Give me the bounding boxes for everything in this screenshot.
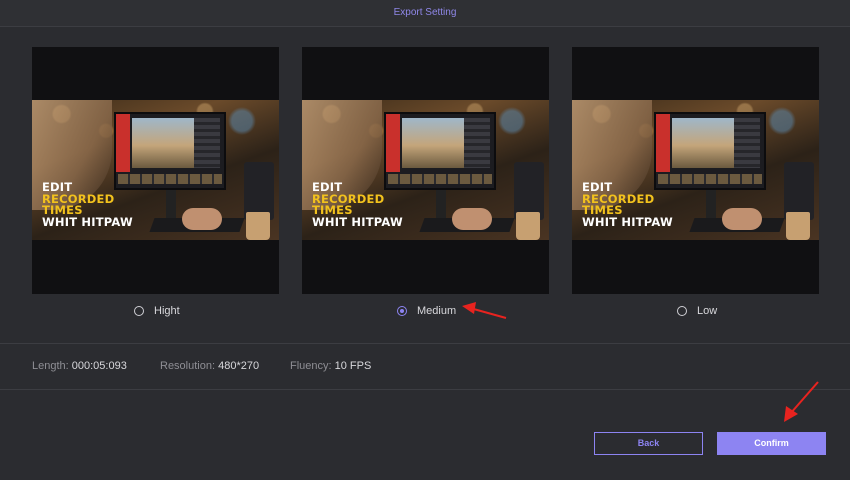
back-button[interactable]: Back [594,432,703,455]
radio-button[interactable] [677,306,687,316]
preview-thumbnail: EDIT RECORDED TIMES WHIT HITPAW [302,100,549,240]
divider [0,343,850,344]
fluency-info: Fluency: 10 FPS [290,360,372,372]
thumbnail-caption: EDIT RECORDED TIMES WHIT HITPAW [312,180,403,229]
thumbnail-caption: EDIT RECORDED TIMES WHIT HITPAW [42,180,133,229]
thumbnail-caption: EDIT RECORDED TIMES WHIT HITPAW [582,180,673,229]
preview-low[interactable]: EDIT RECORDED TIMES WHIT HITPAW [572,47,819,294]
radio-button-selected[interactable] [397,306,407,316]
resolution-info: Resolution: 480*270 [160,360,260,372]
annotation-arrow-icon [784,381,819,422]
radio-button[interactable] [134,306,144,316]
preview-thumbnail: EDIT RECORDED TIMES WHIT HITPAW [572,100,819,240]
quality-option-hight[interactable]: Hight [134,303,180,319]
quality-option-low[interactable]: Low [677,303,717,319]
quality-option-label: Hight [154,305,180,317]
preview-medium[interactable]: EDIT RECORDED TIMES WHIT HITPAW [302,47,549,294]
length-info: Length: 000:05:093 [32,360,127,372]
quality-option-label: Medium [417,305,457,317]
preview-hight[interactable]: EDIT RECORDED TIMES WHIT HITPAW [32,47,279,294]
preview-thumbnail: EDIT RECORDED TIMES WHIT HITPAW [32,100,279,240]
divider [0,389,850,390]
quality-option-medium[interactable]: Medium [397,303,456,319]
annotation-arrow-icon [462,302,507,319]
confirm-button[interactable]: Confirm [717,432,826,455]
quality-option-label: Low [697,305,718,317]
window-title: Export Setting [0,0,850,27]
